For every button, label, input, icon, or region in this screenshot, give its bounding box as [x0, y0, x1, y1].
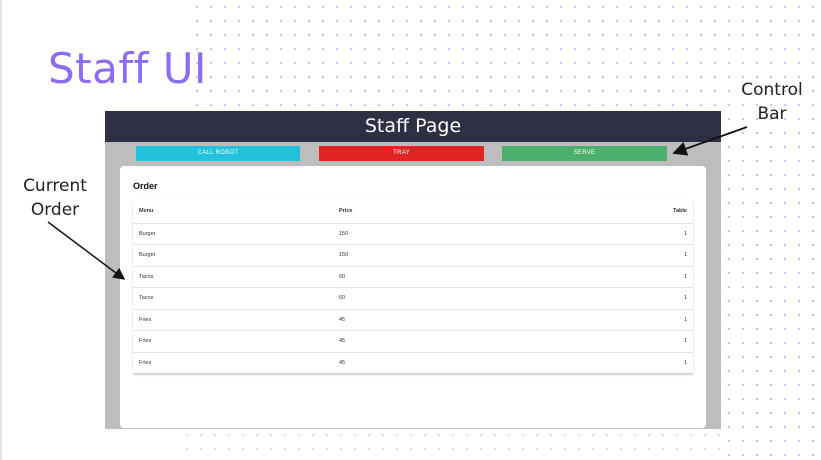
decorative-dot-pattern-right — [722, 112, 821, 460]
staff-app-window: Staff Page CALL ROBOT TRAY SERVE Order M… — [105, 111, 721, 429]
cell-menu: Tacos — [133, 287, 333, 310]
cell-price: 150 — [333, 244, 573, 267]
cell-price: 45 — [333, 330, 573, 353]
column-header-table: Table — [573, 200, 693, 224]
slide-title: Staff UI — [48, 44, 207, 93]
annotation-control-bar-line2: Bar — [757, 104, 787, 124]
cell-table: 1 — [573, 244, 693, 267]
order-table-header-row: Menu Price Table — [133, 200, 693, 224]
order-row: Fries 45 1 — [133, 309, 693, 331]
cell-menu: Fries — [133, 352, 333, 374]
serve-button[interactable]: SERVE — [502, 146, 667, 161]
annotation-current-order: Current Order — [10, 174, 100, 222]
cell-price: 45 — [333, 352, 573, 374]
cell-menu: Burger — [133, 223, 333, 245]
cell-menu: Burger — [133, 244, 333, 267]
cell-menu: Tacos — [133, 266, 333, 288]
cell-price: 60 — [333, 287, 573, 310]
annotation-control-bar-line1: Control — [741, 80, 803, 100]
order-row: Burger 150 1 — [133, 244, 693, 267]
order-table: Menu Price Table Burger 150 1 Burger 150 1 Tac… — [133, 200, 693, 374]
column-header-menu: Menu — [133, 200, 333, 224]
left-edge-strip — [0, 0, 2, 460]
annotation-control-bar: Control Bar — [728, 78, 816, 126]
call-robot-button[interactable]: CALL ROBOT — [136, 146, 300, 161]
order-row: Burger 150 1 — [133, 223, 693, 245]
cell-table: 1 — [573, 266, 693, 288]
annotation-current-order-line1: Current — [23, 176, 87, 196]
cell-table: 1 — [573, 309, 693, 331]
order-card: Order Menu Price Table Burger 150 1 Burger 1… — [120, 166, 706, 428]
cell-table: 1 — [573, 223, 693, 245]
order-row: Tacos 60 1 — [133, 287, 693, 310]
cell-menu: Fries — [133, 330, 333, 353]
tray-button[interactable]: TRAY — [319, 146, 484, 161]
cell-price: 150 — [333, 223, 573, 245]
order-row: Fries 45 1 — [133, 352, 693, 374]
cell-table: 1 — [573, 352, 693, 374]
column-header-price: Price — [333, 200, 573, 224]
app-header: Staff Page — [105, 111, 721, 142]
cell-price: 45 — [333, 309, 573, 331]
annotation-current-order-line2: Order — [30, 200, 80, 220]
control-bar: CALL ROBOT TRAY SERVE — [105, 142, 721, 166]
cell-table: 1 — [573, 287, 693, 310]
order-row: Fries 45 1 — [133, 330, 693, 353]
order-row: Tacos 60 1 — [133, 266, 693, 288]
cell-menu: Fries — [133, 309, 333, 331]
order-title: Order — [133, 181, 158, 191]
decorative-dot-pattern-top — [190, 0, 821, 112]
cell-price: 60 — [333, 266, 573, 288]
cell-table: 1 — [573, 330, 693, 353]
decorative-dot-pattern-bottom — [180, 428, 725, 460]
